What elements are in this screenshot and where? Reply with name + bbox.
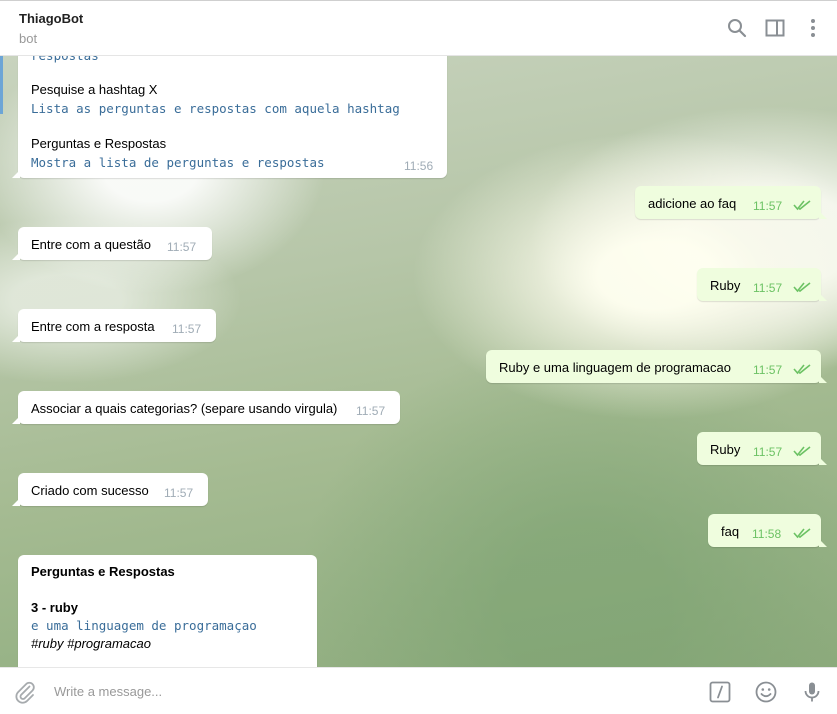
command-link[interactable]: Lista as perguntas e respostas com aquel… (31, 101, 400, 116)
message-outgoing[interactable]: Ruby e uma linguagem de programacao 11:5… (486, 350, 827, 383)
read-check-icon (793, 528, 811, 539)
message-text: Ruby e uma linguagem de programacao (499, 360, 731, 375)
message-incoming[interactable]: Entre com a questão 11:57 (12, 227, 212, 260)
message-incoming[interactable]: Associar a quais categorias? (separe usa… (12, 391, 400, 424)
message-bot-commands[interactable]: respostas Pesquise a hashtag X Lista as … (12, 56, 447, 178)
message-time: 11:57 (753, 281, 783, 295)
faq-item-title: 3 - ruby (31, 600, 78, 615)
search-icon[interactable] (726, 17, 748, 39)
microphone-icon[interactable] (800, 680, 824, 704)
message-time: 11:57 (753, 363, 783, 377)
message-time: 11:57 (753, 199, 783, 213)
message-time: 11:56 (404, 159, 434, 173)
more-vertical-icon[interactable] (802, 17, 824, 39)
message-outgoing[interactable]: adicione ao faq 11:57 (635, 186, 827, 219)
command-link[interactable]: Mostra a lista de perguntas e respostas (31, 155, 325, 170)
message-text: Ruby (710, 278, 741, 293)
message-time: 11:57 (164, 486, 194, 500)
bot-command-icon[interactable] (708, 680, 732, 704)
attach-icon[interactable] (13, 680, 37, 704)
command-desc-cut: respostas (31, 56, 99, 63)
read-check-icon (793, 364, 811, 375)
selection-edge (0, 56, 3, 114)
message-text: Associar a quais categorias? (separe usa… (31, 401, 338, 416)
chat-header: ThiagoBot bot (0, 0, 837, 56)
message-time: 11:57 (356, 404, 386, 418)
faq-list-title: Perguntas e Respostas (31, 564, 175, 579)
read-check-icon (793, 200, 811, 211)
faq-item-answer: e uma linguagem de programaçao (31, 618, 257, 633)
message-text: Ruby (710, 442, 741, 457)
command-title: Perguntas e Respostas (31, 136, 167, 151)
read-check-icon (793, 446, 811, 457)
message-text: Entre com a questão (31, 237, 151, 252)
message-input[interactable]: Write a message... (54, 684, 162, 699)
command-title: Pesquise a hashtag X (31, 82, 158, 97)
chat-title[interactable]: ThiagoBot (19, 11, 83, 26)
chat-subtitle: bot (19, 31, 38, 46)
faq-item-hashtags[interactable]: #ruby #programacao (31, 636, 151, 651)
message-time: 11:57 (167, 240, 197, 254)
message-text: Criado com sucesso (31, 483, 149, 498)
message-time: 11:58 (752, 527, 782, 541)
message-composer: Write a message... (0, 667, 837, 714)
message-faq-list[interactable]: Perguntas e Respostas 3 - ruby e uma lin… (18, 555, 317, 667)
message-time: 11:57 (753, 445, 783, 459)
read-check-icon (793, 282, 811, 293)
side-panel-icon[interactable] (764, 17, 786, 39)
emoji-icon[interactable] (754, 680, 778, 704)
message-time: 11:57 (172, 322, 202, 336)
message-outgoing[interactable]: Ruby 11:57 (697, 432, 827, 465)
message-list[interactable]: respostas Pesquise a hashtag X Lista as … (0, 56, 837, 667)
message-text: Entre com a resposta (31, 319, 155, 334)
message-outgoing[interactable]: faq 11:58 (708, 514, 827, 547)
message-text: adicione ao faq (648, 196, 737, 211)
message-text: faq (721, 524, 740, 539)
message-incoming[interactable]: Entre com a resposta 11:57 (12, 309, 216, 342)
message-outgoing[interactable]: Ruby 11:57 (697, 268, 827, 301)
message-incoming[interactable]: Criado com sucesso 11:57 (12, 473, 208, 506)
